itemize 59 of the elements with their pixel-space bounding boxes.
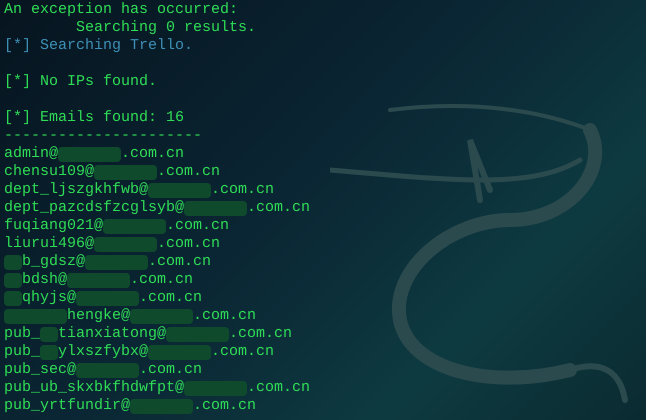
email-text: pub_sec@ — [4, 361, 76, 379]
email-text: ylxszfybx@ — [58, 343, 148, 361]
email-text: b_gdsz@ — [22, 253, 86, 271]
redaction-blur — [184, 200, 248, 216]
email-text: tianxiatong@ — [58, 325, 166, 343]
email-text: .com.cn — [157, 163, 220, 181]
email-text: .com.cn — [247, 379, 310, 397]
redaction-blur — [148, 182, 212, 198]
redaction-blur — [4, 272, 22, 288]
redaction-blur — [184, 380, 248, 396]
email-text: .com.cn — [148, 253, 212, 271]
redaction-blur — [103, 218, 166, 234]
email-text: admin@ — [4, 145, 58, 163]
redaction-blur — [4, 254, 22, 270]
terminal-line: ---------------------- — [4, 127, 202, 144]
email-text: .com.cn — [139, 289, 202, 307]
email-text: .com.cn — [229, 325, 292, 343]
redaction-blur — [148, 344, 212, 360]
email-text: pub_ — [4, 343, 40, 361]
email-text: liurui496@ — [4, 235, 94, 253]
redaction-blur — [40, 326, 58, 342]
redaction-blur — [130, 308, 194, 324]
email-text: .com.cn — [211, 343, 274, 361]
email-text: .com.cn — [130, 271, 194, 289]
redaction-blur — [85, 254, 148, 270]
redaction-blur — [94, 236, 158, 252]
email-text: .com.cn — [139, 361, 202, 379]
terminal-line: An exception has occurred: — [4, 1, 238, 18]
email-text: pub_yrtfundir@ — [4, 397, 130, 415]
redaction-blur — [76, 290, 140, 306]
email-text: .com.cn — [247, 199, 310, 217]
terminal-line: [*] No IPs found. — [4, 73, 158, 90]
email-text: pub_ub_skxbkfhdwfpt@ — [4, 379, 184, 397]
email-text: hengke@ — [67, 307, 130, 325]
email-text: fuqiang021@ — [4, 217, 104, 235]
email-text: chensu109@ — [4, 163, 94, 181]
email-text: .com.cn — [211, 181, 274, 199]
email-text: dept_ljszgkhfwb@ — [4, 181, 148, 199]
email-text: qhyjs@ — [22, 289, 76, 307]
email-text: dept_pazcdsfzcglsyb@ — [4, 199, 184, 217]
terminal-line: Searching 0 results. — [75, 19, 256, 36]
email-text: .com.cn — [157, 235, 220, 253]
email-text: .com.cn — [121, 145, 184, 163]
email-text: .com.cn — [166, 217, 230, 235]
redaction-blur — [130, 398, 194, 414]
redaction-blur — [4, 290, 22, 306]
email-text: .com.cn — [193, 307, 256, 325]
redaction-blur — [94, 164, 158, 180]
terminal-line: [*] Searching Trello. — [4, 37, 194, 54]
redaction-blur — [4, 308, 67, 324]
redaction-blur — [40, 344, 58, 360]
email-text: pub_ — [4, 325, 40, 343]
redaction-blur — [67, 272, 130, 288]
redaction-blur — [58, 146, 122, 162]
redaction-blur — [76, 362, 140, 378]
terminal-line: [*] Emails found: 16 — [4, 109, 184, 126]
email-text: .com.cn — [193, 397, 256, 415]
email-text: bdsh@ — [22, 271, 68, 289]
redaction-blur — [166, 326, 230, 342]
